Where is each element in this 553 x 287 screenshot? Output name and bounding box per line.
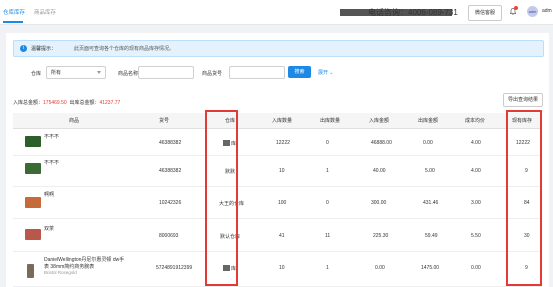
avg-cost: 5.50 [471, 233, 481, 239]
product-thumbnail [25, 136, 41, 147]
stock-column-highlight [506, 110, 542, 286]
avg-cost: 3.00 [471, 200, 481, 206]
in-amount: 46888.00 [371, 140, 392, 146]
wechat-service-button[interactable]: 微信客服 [468, 5, 502, 21]
col-out-qty: 出库数量 [320, 118, 341, 124]
table-row: 啊啊 10242326 大王的仓库 100 0 300.00 431.46 3.… [13, 187, 542, 219]
col-out-amount: 出库金额 [418, 118, 439, 124]
out-qty: 1 [326, 168, 329, 174]
in-amount: 225.30 [373, 233, 389, 239]
out-qty: 1 [326, 265, 329, 271]
warehouse-column-highlight [205, 110, 238, 286]
col-in-qty: 入库数量 [272, 118, 293, 124]
product-name: 啊啊 [44, 192, 55, 198]
totals-summary: 入库总金额：175469.50 出库总金额：41237.77 [13, 99, 120, 106]
product-code-input[interactable] [229, 66, 285, 79]
phone-consult: 电话咨询：4006-089-731 [368, 8, 458, 17]
expand-label: 展开 [318, 70, 329, 76]
tab-product-stock[interactable]: 商品库存 [34, 8, 56, 16]
tab-warehouse-stock[interactable]: 仓库库存 [3, 8, 25, 16]
in-total-label: 入库总金额： [13, 100, 44, 106]
product-thumbnail [25, 229, 41, 240]
table-row: DanielWellington丹尼尔惠灵顿 dw手 表 38mm简约商务腕表 … [13, 252, 542, 287]
out-amount: 1475.00 [421, 265, 440, 271]
chevron-down-icon: ⌄ [329, 70, 334, 76]
out-amount: 431.46 [423, 200, 439, 206]
out-qty: 0 [326, 140, 329, 146]
table-header: 商品 货号 仓库 入库数量 出库数量 入库金额 出库金额 成本均价 现有库存 [13, 113, 542, 129]
product-name-line2: 表 38mm简约商务腕表 [44, 264, 95, 270]
product-thumbnail [25, 197, 41, 208]
out-qty: 0 [326, 200, 329, 206]
col-product: 商品 [69, 118, 80, 124]
in-qty: 100 [278, 200, 287, 206]
in-qty: 10 [279, 265, 285, 271]
product-name: 双茶 [44, 226, 55, 232]
avg-cost: 4.00 [471, 140, 481, 146]
product-variant: Bristol Rosegold [44, 270, 77, 275]
search-button[interactable]: 搜索 [288, 66, 311, 78]
notice-banner: i 温馨提示： 此页面可查询各个仓库的现有商品库存情况。 [13, 40, 544, 57]
product-name: 不不不 [44, 160, 60, 166]
notice-title: 温馨提示： [31, 46, 57, 52]
avg-cost: 0.00 [471, 265, 481, 271]
sku: 5724891912399 [156, 265, 193, 271]
in-qty: 10 [279, 168, 285, 174]
username[interactable]: adm [542, 8, 552, 14]
expand-filters-link[interactable]: 展开 ⌄ [318, 69, 334, 76]
warehouse-select[interactable]: 所有 [46, 66, 106, 79]
in-amount: 40.00 [373, 168, 386, 174]
in-amount: 0.00 [375, 265, 385, 271]
in-total-value: 175469.50 [43, 100, 67, 106]
product-thumbnail [25, 163, 41, 174]
warehouse-select-value: 所有 [51, 70, 62, 76]
out-amount: 59.49 [425, 233, 438, 239]
table-row: 双茶 8000693 默认仓库 41 11 225.30 59.49 5.50 … [13, 219, 542, 252]
in-qty: 12222 [276, 140, 290, 146]
col-sku: 货号 [159, 118, 170, 124]
notification-badge [514, 6, 518, 10]
out-amount: 0.00 [423, 140, 433, 146]
notice-text: 此页面可查询各个仓库的现有商品库存情况。 [74, 46, 175, 52]
product-name: 不不不 [44, 134, 60, 140]
product-code-label: 商品货号 [202, 71, 223, 77]
product-name: DanielWellington丹尼尔惠灵顿 dw手 [44, 257, 125, 263]
sku: 46388382 [159, 140, 182, 146]
in-qty: 41 [279, 233, 285, 239]
out-qty: 11 [325, 233, 331, 239]
in-amount: 300.00 [371, 200, 387, 206]
active-tab-indicator [3, 21, 23, 23]
col-avg-cost: 成本均价 [465, 118, 486, 124]
avg-cost: 4.00 [471, 168, 481, 174]
sku: 46388382 [159, 168, 182, 174]
table-row: 不不不 46388382 库 12222 0 46888.00 0.00 4.0… [13, 129, 542, 156]
warehouse-filter-label: 仓库 [31, 71, 42, 77]
export-results-button[interactable]: 导出查询结果 [503, 93, 543, 107]
col-in-amount: 入库金额 [369, 118, 390, 124]
out-total-value: 41237.77 [99, 100, 121, 106]
top-bar: 仓库库存 商品库存 电话咨询：4006-089-731 微信客服 adm adm [0, 0, 553, 25]
sku: 8000693 [159, 233, 179, 239]
table-row: 不不不 46388382 默默 10 1 40.00 5.00 4.00 9 [13, 156, 542, 187]
out-total-label: 出库总金额： [69, 100, 100, 106]
product-name-input[interactable] [138, 66, 194, 79]
chevron-down-icon [97, 71, 101, 74]
product-name-label: 商品名称 [118, 71, 139, 77]
main-panel: i 温馨提示： 此页面可查询各个仓库的现有商品库存情况。 仓库 所有 商品名称 … [6, 33, 549, 287]
out-amount: 5.00 [425, 168, 435, 174]
info-icon: i [20, 45, 27, 52]
avatar[interactable]: adm [527, 6, 538, 17]
product-thumbnail [27, 264, 34, 278]
sku: 10242326 [159, 200, 182, 206]
